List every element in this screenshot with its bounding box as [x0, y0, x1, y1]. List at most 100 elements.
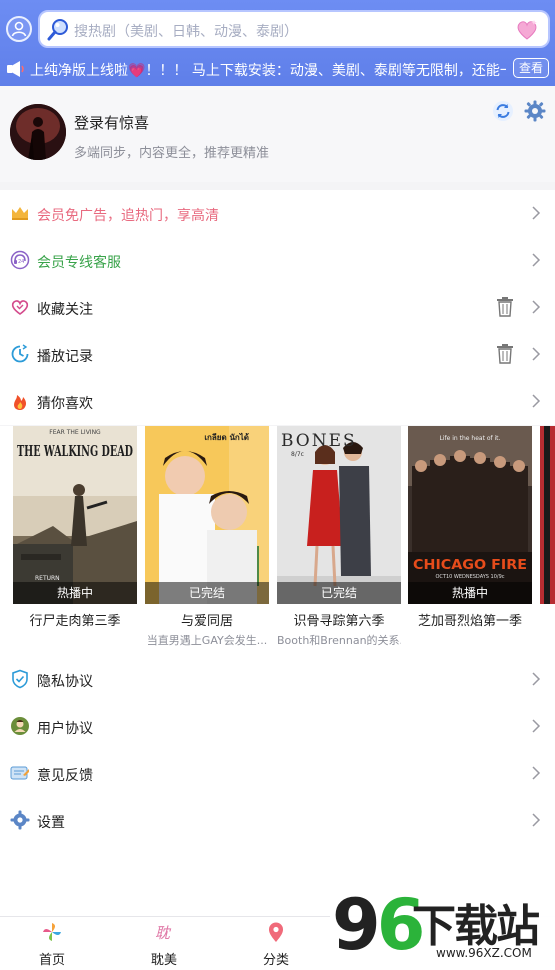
status-badge: 热播中: [13, 582, 137, 604]
ticker-text: 上纯净版上线啦💗！！！ 马上下载安装：动漫、美剧、泰剧等无限制，还能一键: [30, 60, 506, 78]
tab-label: 分类: [262, 953, 289, 968]
menu-item-service[interactable]: 24 会员专线客服: [0, 237, 555, 284]
poster-art-text: CHICAGO FIRE: [413, 558, 527, 573]
danmei-icon: 耽: [153, 921, 175, 943]
poster-art-text: BONES: [281, 431, 357, 451]
profile-subtitle: 多端同步，内容更全，推荐更精准: [74, 146, 270, 161]
crown-icon: [10, 203, 30, 223]
recommend-posters: FEAR THE LIVING THE WALKING DEAD RETURN …: [0, 426, 555, 656]
chevron-right-icon: [531, 718, 541, 734]
menu-item-favorites[interactable]: 收藏关注: [0, 284, 555, 331]
watermark-url: www.96XZ.COM: [436, 946, 532, 960]
svg-text:24: 24: [18, 259, 24, 265]
user-avatar-icon[interactable]: [6, 16, 32, 42]
status-badge: 已完结: [277, 582, 401, 604]
search-placeholder[interactable]: 搜热剧（美剧、日韩、动漫、泰剧）: [74, 21, 298, 41]
poster-image[interactable]: FEAR THE LIVING THE WALKING DEAD RETURN: [13, 426, 137, 604]
trash-icon[interactable]: [496, 343, 514, 365]
poster-title[interactable]: 与爱同居: [145, 610, 269, 629]
watermark-number: 96: [332, 884, 425, 966]
menu-label: 意见反馈: [37, 768, 93, 784]
menu-list-secondary: 隐私协议 用户协议 意见反馈 设置: [0, 656, 555, 844]
profile-title[interactable]: 登录有惊喜: [74, 112, 149, 133]
poster-art-text: RETURN: [35, 575, 60, 582]
clock-icon: [10, 344, 30, 364]
menu-label: 猜你喜欢: [37, 396, 93, 412]
chevron-right-icon: [531, 765, 541, 781]
search-bar[interactable]: 搜热剧（美剧、日韩、动漫、泰剧）: [38, 10, 550, 48]
menu-item-recommend[interactable]: 猜你喜欢: [0, 378, 555, 425]
search-icon: [46, 18, 70, 42]
poster-art-text: Life in the heat of it.: [440, 435, 501, 442]
menu-item-feedback[interactable]: 意见反馈: [0, 750, 555, 797]
poster-art-text: OCT10 WEDNESDAYS 10/9c: [435, 574, 504, 580]
site-watermark-logo: 96 下载站 www.96XZ.COM: [330, 884, 555, 970]
avatar[interactable]: [10, 104, 66, 160]
speaker-icon: [6, 59, 26, 79]
poster-art-text: เกลียด นักได้: [204, 432, 249, 442]
ticker-text-part: ！！！ 马上下载安装：动漫、美剧、泰剧等无限制，还能一键: [145, 63, 506, 78]
menu-list: 会员免广告，追热门，享高清 24 会员专线客服 收藏关注 播放记录 猜你喜欢: [0, 190, 555, 425]
poster-art-text: 8/7c: [291, 451, 304, 458]
poster-image[interactable]: เกลียด นักได้: [145, 426, 269, 604]
menu-label: 会员专线客服: [37, 255, 121, 271]
ticker-heart: 💗: [128, 63, 146, 78]
watermark-digit: 9: [332, 884, 381, 966]
menu-label: 播放记录: [37, 349, 93, 365]
menu-label: 设置: [37, 815, 65, 831]
menu-item-user-agreement[interactable]: 用户协议: [0, 703, 555, 750]
chevron-right-icon: [531, 671, 541, 687]
poster-desc: Booth和Brennan的关系...: [277, 634, 401, 647]
location-pin-icon: [265, 921, 287, 943]
heart-icon: [10, 297, 30, 317]
gear-icon[interactable]: [524, 100, 546, 122]
chevron-right-icon: [531, 205, 541, 221]
trash-icon[interactable]: [496, 296, 514, 318]
menu-label: 隐私协议: [37, 674, 93, 690]
chevron-right-icon: [531, 393, 541, 409]
announcement-ticker: 上纯净版上线啦💗！！！ 马上下载安装：动漫、美剧、泰剧等无限制，还能一键 查看: [0, 58, 555, 80]
tab-category[interactable]: 分类: [236, 921, 316, 968]
chevron-right-icon: [531, 299, 541, 315]
top-header: 搜热剧（美剧、日韩、动漫、泰剧） 上纯净版上线啦💗！！！ 马上下载安装：动漫、美…: [0, 0, 555, 86]
poster-title[interactable]: 识骨寻踪第六季: [277, 610, 401, 629]
shield-check-icon: [10, 669, 30, 689]
poster-art-text: THE WALKING DEAD: [17, 442, 133, 460]
headset-24h-icon: 24: [10, 250, 30, 270]
user-agreement-icon: [10, 716, 30, 736]
menu-item-history[interactable]: 播放记录: [0, 331, 555, 378]
poster-art-text: FEAR THE LIVING: [49, 429, 101, 436]
status-badge: 已完结: [145, 582, 269, 604]
ticker-text-part: 上纯净版上线啦: [30, 63, 128, 78]
sync-icon[interactable]: [492, 100, 514, 122]
poster-title[interactable]: 芝加哥烈焰第一季: [408, 610, 532, 629]
poster-image[interactable]: BONES 8/7c: [277, 426, 401, 604]
menu-label: 会员免广告，追热门，享高清: [37, 208, 219, 224]
menu-item-privacy[interactable]: 隐私协议: [0, 656, 555, 703]
watermark-brand: 下载站: [412, 901, 540, 952]
chevron-right-icon: [531, 812, 541, 828]
menu-item-vip[interactable]: 会员免广告，追热门，享高清: [0, 190, 555, 237]
feedback-icon: [10, 763, 30, 783]
tab-home[interactable]: 首页: [12, 921, 92, 968]
menu-label: 用户协议: [37, 721, 93, 737]
tab-label: 首页: [38, 953, 65, 968]
chevron-right-icon: [531, 252, 541, 268]
menu-item-settings[interactable]: 设置: [0, 797, 555, 844]
tab-danmei[interactable]: 耽 耽美: [124, 921, 204, 968]
menu-label: 收藏关注: [37, 302, 93, 318]
chevron-right-icon: [531, 346, 541, 362]
tab-label: 耽美: [150, 953, 177, 968]
status-badge: 热播中: [408, 582, 532, 604]
pinwheel-icon: [41, 921, 63, 943]
poster-desc: 当直男遇上GAY会发生...: [146, 634, 268, 647]
profile-card[interactable]: 登录有惊喜 多端同步，内容更全，推荐更精准: [0, 86, 555, 182]
poster-image[interactable]: Life in the heat of it. CHICAGO FIRE OCT…: [408, 426, 532, 604]
poster-title[interactable]: 行尸走肉第三季: [13, 610, 137, 629]
fire-icon: [10, 391, 30, 411]
poster-image[interactable]: [540, 426, 555, 604]
view-button[interactable]: 查看: [513, 58, 549, 78]
heart-icon[interactable]: [514, 17, 540, 43]
svg-text:耽: 耽: [155, 924, 172, 942]
gear-icon: [10, 810, 30, 830]
